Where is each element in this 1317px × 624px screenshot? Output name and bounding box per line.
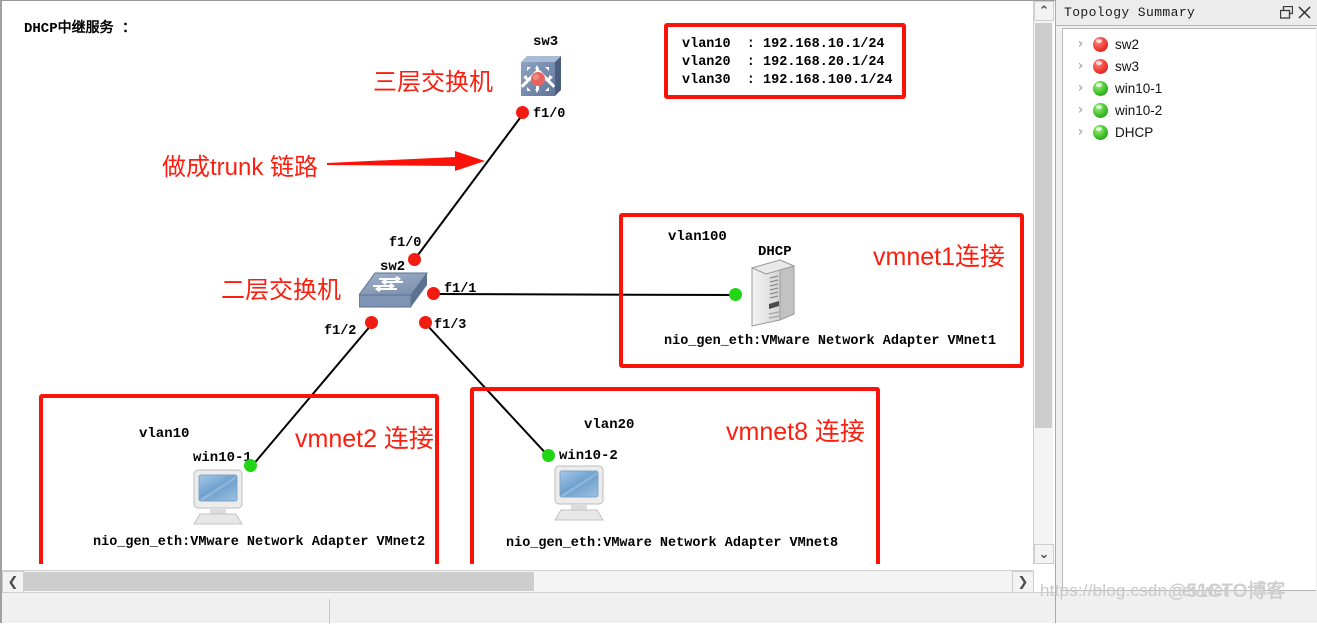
float-icon[interactable] (1277, 3, 1295, 23)
link-sw3-sw2 (413, 113, 524, 261)
status-bar-segment-right (344, 599, 1057, 624)
scroll-up-button[interactable]: ⌃ (1034, 1, 1054, 21)
chevron-right-icon[interactable]: › (1075, 59, 1086, 73)
port-dot-win10-1[interactable] (244, 459, 257, 472)
port-dot-sw2-f1-0[interactable] (408, 253, 421, 266)
topology-item-dhcp[interactable]: › DHCP (1063, 121, 1316, 143)
topology-summary-tree[interactable]: › sw2 › sw3 › win10-1 › win10-2 › DHCP (1062, 28, 1316, 591)
chevron-right-icon[interactable]: › (1075, 37, 1086, 51)
multilayer-switch-icon[interactable] (517, 52, 565, 100)
vlan-info-box: vlan10 : 192.168.10.1/24 vlan20 : 192.16… (664, 23, 906, 99)
vlan-label-dhcp: vlan100 (668, 229, 727, 245)
port-dot-sw2-f1-3[interactable] (419, 316, 432, 329)
vmnet8-group-box: vlan20 win10-2 nio_gen_eth:VMware Networ… (470, 387, 880, 564)
status-bar-segment-left (2, 599, 330, 624)
port-label-sw2-f1-0: f1/0 (389, 236, 422, 251)
annotation-vmnet2: vmnet2 连接 (295, 425, 434, 453)
vlan-info-line-1: vlan10 : 192.168.10.1/24 (682, 37, 885, 52)
port-dot-sw3-f1-0[interactable] (516, 106, 529, 119)
gns3-window: DHCP中继服务 ： vlan10 : 192.168.10.1/24 vlan… (0, 0, 1317, 624)
port-dot-sw2-f1-2[interactable] (365, 316, 378, 329)
server-icon[interactable] (750, 256, 796, 328)
node-label-win10-2: win10-2 (559, 448, 618, 464)
topology-item-label: win10-1 (1115, 80, 1163, 96)
annotation-vmnet8: vmnet8 连接 (726, 418, 865, 446)
scroll-left-button[interactable]: ❮ (2, 571, 24, 593)
hscroll-thumb[interactable] (24, 572, 534, 591)
vlan-info-line-3: vlan30 : 192.168.100.1/24 (682, 73, 893, 88)
annotation-l2-switch: 二层交换机 (221, 277, 341, 304)
status-led-red (1093, 58, 1108, 74)
scroll-down-button[interactable]: ⌄ (1034, 544, 1054, 564)
port-dot-dhcp[interactable] (729, 288, 742, 301)
canvas-horizontal-scrollbar[interactable]: ❮ ❯ (2, 570, 1034, 593)
topology-item-sw3[interactable]: › sw3 (1063, 55, 1316, 77)
topology-canvas-region: DHCP中继服务 ： vlan10 : 192.168.10.1/24 vlan… (0, 0, 1057, 624)
switch-icon[interactable] (358, 271, 429, 315)
trunk-arrow-icon (327, 151, 485, 171)
adapter-label-win10-2: nio_gen_eth:VMware Network Adapter VMnet… (506, 536, 839, 551)
node-label-sw3: sw3 (533, 34, 559, 50)
canvas-vertical-scrollbar[interactable]: ⌃ ⌄ (1033, 1, 1054, 564)
port-dot-sw2-f1-1[interactable] (427, 287, 440, 300)
topology-item-label: sw2 (1115, 36, 1140, 52)
vlan-label-win10-1: vlan10 (139, 426, 190, 442)
scroll-right-button[interactable]: ❯ (1012, 571, 1034, 593)
adapter-label-dhcp: nio_gen_eth:VMware Network Adapter VMnet… (664, 334, 997, 349)
vlan-label-win10-2: vlan20 (584, 417, 635, 433)
node-label-win10-1: win10-1 (193, 450, 252, 466)
topology-item-label: win10-2 (1115, 102, 1163, 118)
status-led-red (1093, 36, 1108, 52)
page-title: DHCP中继服务 ： (24, 21, 137, 37)
port-label-sw2-f1-3: f1/3 (434, 318, 467, 333)
status-bar (2, 592, 1057, 624)
topology-canvas[interactable]: DHCP中继服务 ： vlan10 : 192.168.10.1/24 vlan… (2, 1, 1033, 564)
port-label-sw3-f1-0: f1/0 (533, 107, 566, 122)
close-icon[interactable] (1295, 3, 1313, 23)
topology-item-label: sw3 (1115, 58, 1140, 74)
annotation-l3-switch: 三层交换机 (373, 69, 493, 96)
topology-item-win10-2[interactable]: › win10-2 (1063, 99, 1316, 121)
topology-item-win10-1[interactable]: › win10-1 (1063, 77, 1316, 99)
chevron-right-icon[interactable]: › (1075, 103, 1086, 117)
topology-item-sw2[interactable]: › sw2 (1063, 33, 1316, 55)
port-label-sw2-f1-1: f1/1 (444, 282, 477, 297)
annotation-trunk: 做成trunk 链路 (162, 154, 319, 181)
pc-icon-win10-2[interactable] (551, 464, 609, 524)
vmnet1-group-box: vlan100 DHCP nio_gen_eth:VMware Network … (619, 213, 1024, 368)
adapter-label-win10-1: nio_gen_eth:VMware Network Adapter VMnet… (93, 535, 426, 550)
vlan-info-line-2: vlan20 : 192.168.20.1/24 (682, 55, 885, 70)
chevron-right-icon[interactable]: › (1075, 125, 1086, 139)
topology-summary-panel: Topology Summary › sw2 › sw3 › win10-1 ›… (1055, 0, 1317, 623)
topology-summary-title: Topology Summary (1064, 5, 1196, 20)
status-led-green (1093, 80, 1108, 96)
status-led-green (1093, 102, 1108, 118)
pc-icon-win10-1[interactable] (190, 468, 248, 528)
chevron-right-icon[interactable]: › (1075, 81, 1086, 95)
vscroll-thumb[interactable] (1035, 23, 1052, 428)
topology-summary-titlebar: Topology Summary (1056, 0, 1317, 26)
status-led-green (1093, 124, 1108, 140)
topology-item-label: DHCP (1115, 124, 1154, 140)
port-dot-win10-2[interactable] (542, 449, 555, 462)
port-label-sw2-f1-2: f1/2 (324, 324, 357, 339)
annotation-vmnet1: vmnet1连接 (873, 243, 1005, 271)
